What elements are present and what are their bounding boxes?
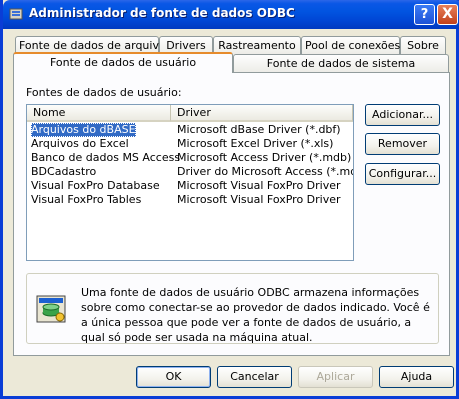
list-header: Nome Driver	[27, 105, 353, 122]
list-item[interactable]: Arquivos do Excel Microsoft Excel Driver…	[27, 137, 353, 151]
apply-button[interactable]: Aplicar	[298, 366, 373, 388]
info-description: Uma fonte de dados de usuário ODBC armaz…	[81, 286, 430, 344]
data-source-name: Banco de dados MS Access	[31, 151, 181, 164]
tab-system-dsn[interactable]: Fonte de dados de sistema	[233, 54, 449, 73]
data-source-driver: Microsoft Visual FoxPro Driver	[177, 179, 341, 192]
data-source-list[interactable]: Nome Driver Arquivos do dBASE Microsoft …	[26, 104, 354, 261]
data-source-name: Visual FoxPro Tables	[31, 193, 142, 206]
data-source-driver: Microsoft dBase Driver (*.dbf)	[177, 123, 341, 136]
list-item[interactable]: Arquivos do dBASE Microsoft dBase Driver…	[27, 123, 353, 137]
close-title-button[interactable]: X	[437, 4, 458, 25]
data-source-driver: Microsoft Access Driver (*.mdb)	[177, 151, 352, 164]
data-source-driver: Microsoft Visual FoxPro Driver	[177, 193, 341, 206]
data-source-driver: Driver do Microsoft Access (*.mdb)	[177, 165, 354, 178]
data-source-name: Visual FoxPro Database	[31, 179, 160, 192]
configure-button[interactable]: Configurar...	[365, 163, 440, 185]
ok-button[interactable]: OK	[136, 366, 211, 388]
list-item[interactable]: Visual FoxPro Database Microsoft Visual …	[27, 179, 353, 193]
list-item[interactable]: Visual FoxPro Tables Microsoft Visual Fo…	[27, 193, 353, 207]
help-button[interactable]: Ajuda	[379, 366, 454, 388]
data-source-driver: Microsoft Excel Driver (*.xls)	[177, 137, 334, 150]
add-button[interactable]: Adicionar...	[365, 104, 440, 126]
help-title-button[interactable]: ?	[414, 4, 435, 25]
tab-connection-pooling[interactable]: Pool de conexões	[301, 36, 400, 55]
list-item[interactable]: BDCadastro Driver do Microsoft Access (*…	[27, 165, 353, 179]
column-header-driver[interactable]: Driver	[171, 105, 353, 122]
dialog-window: Administrador de fonte de dados ODBC ? X…	[0, 0, 459, 399]
odbc-app-icon	[9, 8, 23, 20]
data-source-name: Arquivos do dBASE	[31, 123, 136, 137]
remove-button[interactable]: Remover	[365, 133, 440, 155]
user-dsn-label: Fontes de dados de usuário:	[26, 86, 182, 99]
data-source-info-icon	[36, 295, 66, 323]
title-bar[interactable]: Administrador de fonte de dados ODBC ? X	[3, 0, 459, 29]
list-item[interactable]: Banco de dados MS Access Microsoft Acces…	[27, 151, 353, 165]
column-header-name[interactable]: Nome	[27, 105, 171, 122]
tab-user-dsn[interactable]: Fonte de dados de usuário	[13, 52, 233, 73]
window-title: Administrador de fonte de dados ODBC	[29, 6, 295, 20]
data-source-name: Arquivos do Excel	[31, 137, 129, 150]
cancel-button[interactable]: Cancelar	[217, 366, 292, 388]
tab-about[interactable]: Sobre	[400, 36, 446, 55]
data-source-name: BDCadastro	[31, 165, 97, 178]
